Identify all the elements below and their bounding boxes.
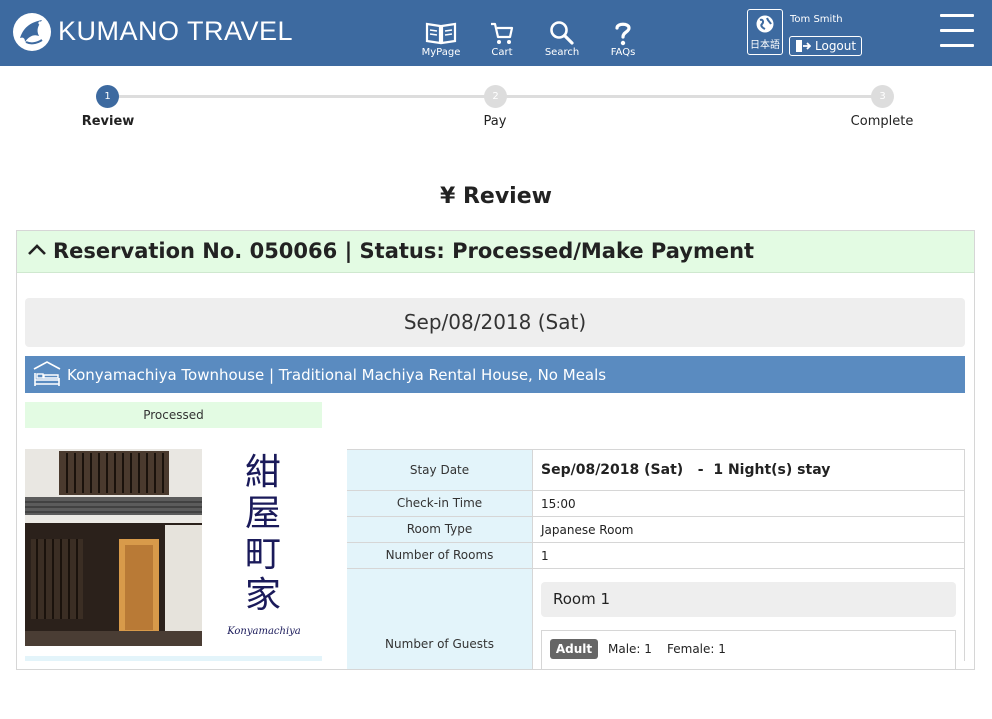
chevron-up-icon[interactable] xyxy=(27,239,47,261)
reservation-header[interactable]: Reservation No. 050066 | Status: Process… xyxy=(17,231,974,273)
nav-faqs[interactable]: FAQs xyxy=(593,20,653,58)
table-row: Check-in Time 15:00 xyxy=(347,491,965,517)
user-name: Tom Smith xyxy=(790,14,843,25)
language-label: 日本語 xyxy=(750,40,780,51)
stay-date-value: Sep/08/2018 (Sat) - 1 Night(s) stay xyxy=(541,462,831,478)
bed-icon xyxy=(33,361,61,386)
room-type-label: Room Type xyxy=(347,517,533,542)
step-3-circle: 3 xyxy=(871,85,894,108)
rooms-label: Number of Rooms xyxy=(347,543,533,568)
crane-logo-icon[interactable] xyxy=(12,12,52,52)
nav-cart[interactable]: Cart xyxy=(472,20,532,58)
facility-name: Konyamachiya Townhouse | Traditional Mac… xyxy=(67,366,607,384)
room-type-value: Japanese Room xyxy=(541,523,634,537)
nav-mypage[interactable]: MyPage xyxy=(411,20,471,58)
step-1-label: Review xyxy=(81,114,135,129)
reservation-date: Sep/08/2018 (Sat) xyxy=(25,298,965,347)
checkin-label: Check-in Time xyxy=(347,491,533,516)
status-badge: Processed xyxy=(25,402,322,428)
brand-name[interactable]: KUMANO TRAVEL xyxy=(58,16,293,47)
logout-icon xyxy=(796,40,811,52)
checkin-value: 15:00 xyxy=(541,497,576,511)
photo-caption-bar xyxy=(25,656,322,661)
facility-bar: Konyamachiya Townhouse | Traditional Mac… xyxy=(25,356,965,393)
step-2-label: Pay xyxy=(483,114,507,129)
step-connector xyxy=(108,95,496,98)
hamburger-menu-icon[interactable] xyxy=(940,14,974,50)
step-2-circle: 2 xyxy=(484,85,507,108)
logout-label: Logout xyxy=(815,39,857,53)
logo-kanji: 町 xyxy=(244,534,281,575)
guest-breakdown xyxy=(541,630,956,670)
step-1-circle: 1 xyxy=(96,85,119,108)
step-connector xyxy=(496,95,882,98)
room-header: Room 1 xyxy=(541,582,956,617)
adult-badge: Adult xyxy=(550,639,598,659)
nav-label: MyPage xyxy=(421,47,461,58)
page-title: ¥ Review xyxy=(440,184,552,209)
reservation-title: Reservation No. 050066 | Status: Process… xyxy=(53,239,755,263)
logo-kanji: 屋 xyxy=(244,493,281,534)
cart-icon xyxy=(491,22,514,44)
table-row: Number of Rooms 1 xyxy=(347,543,965,569)
facility-logo: 紺 屋 町 家 xyxy=(240,452,286,616)
globe-icon xyxy=(756,15,774,33)
room-name: Room 1 xyxy=(553,590,611,608)
site-header: KUMANO TRAVEL MyPage Cart Search FAQs 日本… xyxy=(0,0,992,66)
table-row: Stay Date Sep/08/2018 (Sat) - 1 Night(s)… xyxy=(347,450,965,491)
step-3-label: Complete xyxy=(850,114,914,129)
rooms-value: 1 xyxy=(541,549,549,563)
table-row: Room Type Japanese Room xyxy=(347,517,965,543)
guests-label: Number of Guests xyxy=(347,569,533,669)
townhouse-photo xyxy=(25,449,202,646)
language-button[interactable]: 日本語 xyxy=(747,9,783,55)
logo-kanji: 紺 xyxy=(244,452,281,493)
book-icon xyxy=(425,22,457,45)
search-icon xyxy=(550,21,574,45)
nav-label: Search xyxy=(544,47,580,58)
logout-button[interactable]: Logout xyxy=(789,36,862,56)
stay-date-label: Stay Date xyxy=(347,450,533,490)
male-count: Male: 1 xyxy=(608,642,652,656)
logo-kanji: 家 xyxy=(244,575,281,616)
nav-search[interactable]: Search xyxy=(532,20,592,58)
question-icon xyxy=(615,22,631,46)
female-count: Female: 1 xyxy=(667,642,726,656)
logo-romaji: Konyamachiya xyxy=(227,626,301,637)
nav-label: Cart xyxy=(491,47,513,58)
nav-label: FAQs xyxy=(610,47,636,58)
